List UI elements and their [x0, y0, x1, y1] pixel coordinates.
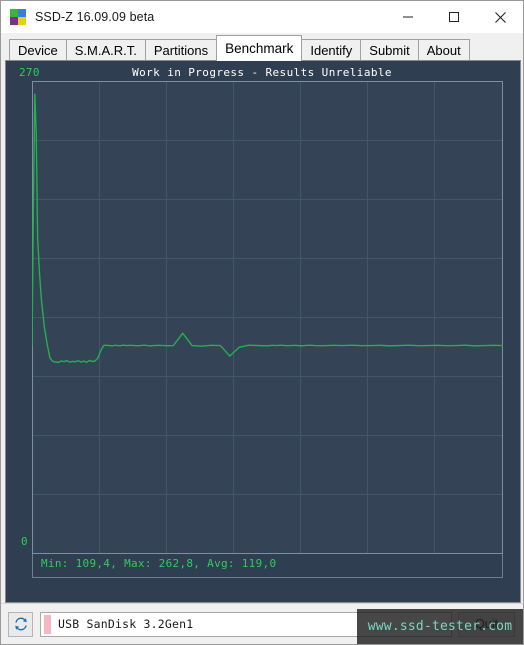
maximize-icon: [449, 12, 459, 22]
window-title: SSD-Z 16.09.09 beta: [35, 10, 155, 24]
refresh-icon: [14, 617, 27, 631]
minimize-button[interactable]: [385, 1, 431, 33]
close-button[interactable]: [477, 1, 523, 33]
tab-identify[interactable]: Identify: [301, 39, 362, 61]
app-icon: [10, 9, 26, 25]
tab-benchmark[interactable]: Benchmark: [216, 35, 303, 61]
device-name-label: USB SanDisk 3.2Gen1: [58, 617, 194, 631]
status-bar: USB SanDisk 3.2Gen1 Quit: [1, 603, 523, 644]
benchmark-panel: Work in Progress - Results Unreliable 27…: [5, 60, 521, 644]
refresh-button[interactable]: [8, 611, 33, 637]
chart-stats-box: Min: 109,4, Max: 262,8, Avg: 119,0: [32, 554, 503, 578]
y-axis-max-label: 270: [19, 66, 40, 79]
quit-button[interactable]: Quit: [458, 611, 515, 637]
title-bar: SSD-Z 16.09.09 beta: [1, 1, 523, 33]
device-color-swatch: [44, 614, 51, 634]
tab-strip: Device S.M.A.R.T. Partitions Benchmark I…: [1, 33, 523, 61]
chart-stats-text: Min: 109,4, Max: 262,8, Avg: 119,0: [41, 557, 277, 570]
tab-smart[interactable]: S.M.A.R.T.: [65, 39, 146, 61]
tab-about[interactable]: About: [417, 39, 470, 61]
chart-warning-title: Work in Progress - Results Unreliable: [132, 66, 392, 79]
minimize-icon: [403, 16, 413, 18]
y-axis-min-label: 0: [21, 535, 28, 548]
ssdz-window: SSD-Z 16.09.09 beta Device S.M.A.R.T. Pa…: [0, 0, 524, 645]
tab-device[interactable]: Device: [9, 39, 67, 61]
chart-plot-area: [32, 81, 503, 554]
device-select[interactable]: USB SanDisk 3.2Gen1: [40, 611, 452, 637]
transfer-rate-chart: Work in Progress - Results Unreliable 27…: [15, 63, 509, 600]
close-icon: [494, 11, 506, 23]
chart-svg: [32, 81, 503, 554]
tab-partitions[interactable]: Partitions: [144, 39, 218, 61]
maximize-button[interactable]: [431, 1, 477, 33]
window-controls: [385, 1, 523, 33]
tab-submit[interactable]: Submit: [360, 39, 419, 61]
